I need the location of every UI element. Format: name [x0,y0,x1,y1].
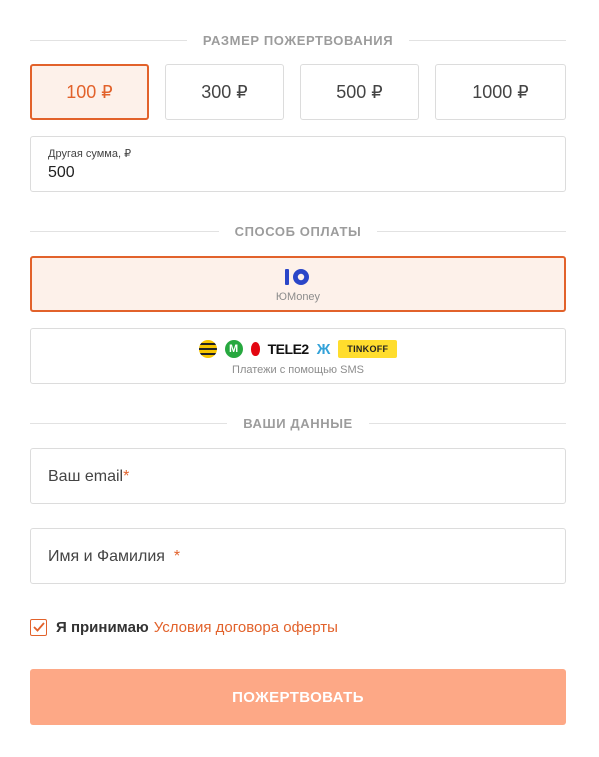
other-sum-label: Другая сумма, ₽ [48,148,132,160]
tele2-logo-icon: TELE2 [267,341,310,357]
other-sum-value[interactable]: 500 [48,164,75,182]
email-placeholder-text: Ваш email [48,468,124,485]
divider-line [30,422,228,424]
megafon-logo-icon: М [224,340,243,358]
amount-label: 1000 ₽ [472,81,529,102]
required-mark: * [173,548,181,565]
offer-terms-link[interactable]: Условия договора оферты [154,619,338,636]
your-data-header: ВАШИ ДАННЫЕ [30,413,567,433]
amount-100-button[interactable]: 100 ₽ [30,64,149,120]
payment-option-sms[interactable]: М TELE2 Ж TINKOFF Платежи с помощью SMS [30,328,566,384]
name-field[interactable]: Имя и Фамилия * [30,528,566,584]
sms-caption: Платежи с помощью SMS [232,364,364,376]
divider-line [409,39,566,41]
name-placeholder-text: Имя и Фамилия [48,548,165,565]
email-field[interactable]: Ваш email* [30,448,566,504]
yoomoney-logo-icon [285,269,309,285]
amount-500-button[interactable]: 500 ₽ [300,64,419,120]
yota-logo-icon: Ж [316,340,331,358]
other-sum-input[interactable]: Другая сумма, ₽ 500 [30,136,566,192]
amount-label: 500 ₽ [336,81,383,102]
agreement-text: Я принимаю [56,618,149,636]
amount-300-button[interactable]: 300 ₽ [165,64,284,120]
mts-logo-icon [250,342,260,356]
divider-line [377,230,567,232]
donation-size-title: РАЗМЕР ПОЖЕРТВОВАНИЯ [202,32,394,48]
checkmark-icon [32,622,45,632]
payment-method-header: СПОСОБ ОПЛАТЫ [30,221,567,241]
sms-operator-logos: М TELE2 Ж TINKOFF [31,339,565,359]
amount-label: 300 ₽ [201,81,248,102]
agreement-checkbox[interactable] [30,618,47,636]
payment-method-title: СПОСОБ ОПЛАТЫ [234,223,362,239]
donate-button-label: ПОЖЕРТВОВАТЬ [232,688,364,706]
amount-label: 100 ₽ [66,81,113,102]
yoomoney-caption: ЮMoney [275,291,321,303]
divider-line [30,39,187,41]
required-mark: * [123,468,130,485]
agreement-row: Я принимаю Условия договора оферты [30,617,338,637]
donate-button[interactable]: ПОЖЕРТВОВАТЬ [30,669,566,725]
divider-line [30,230,219,232]
email-placeholder: Ваш email* [48,468,129,486]
beeline-logo-icon [198,340,217,358]
tinkoff-logo-icon: TINKOFF [338,340,398,358]
your-data-title: ВАШИ ДАННЫЕ [243,415,353,431]
donation-size-header: РАЗМЕР ПОЖЕРТВОВАНИЯ [30,30,566,50]
amount-1000-button[interactable]: 1000 ₽ [435,64,566,120]
divider-line [368,422,567,424]
name-placeholder: Имя и Фамилия * [48,548,180,566]
payment-option-yoomoney[interactable]: ЮMoney [30,256,566,312]
